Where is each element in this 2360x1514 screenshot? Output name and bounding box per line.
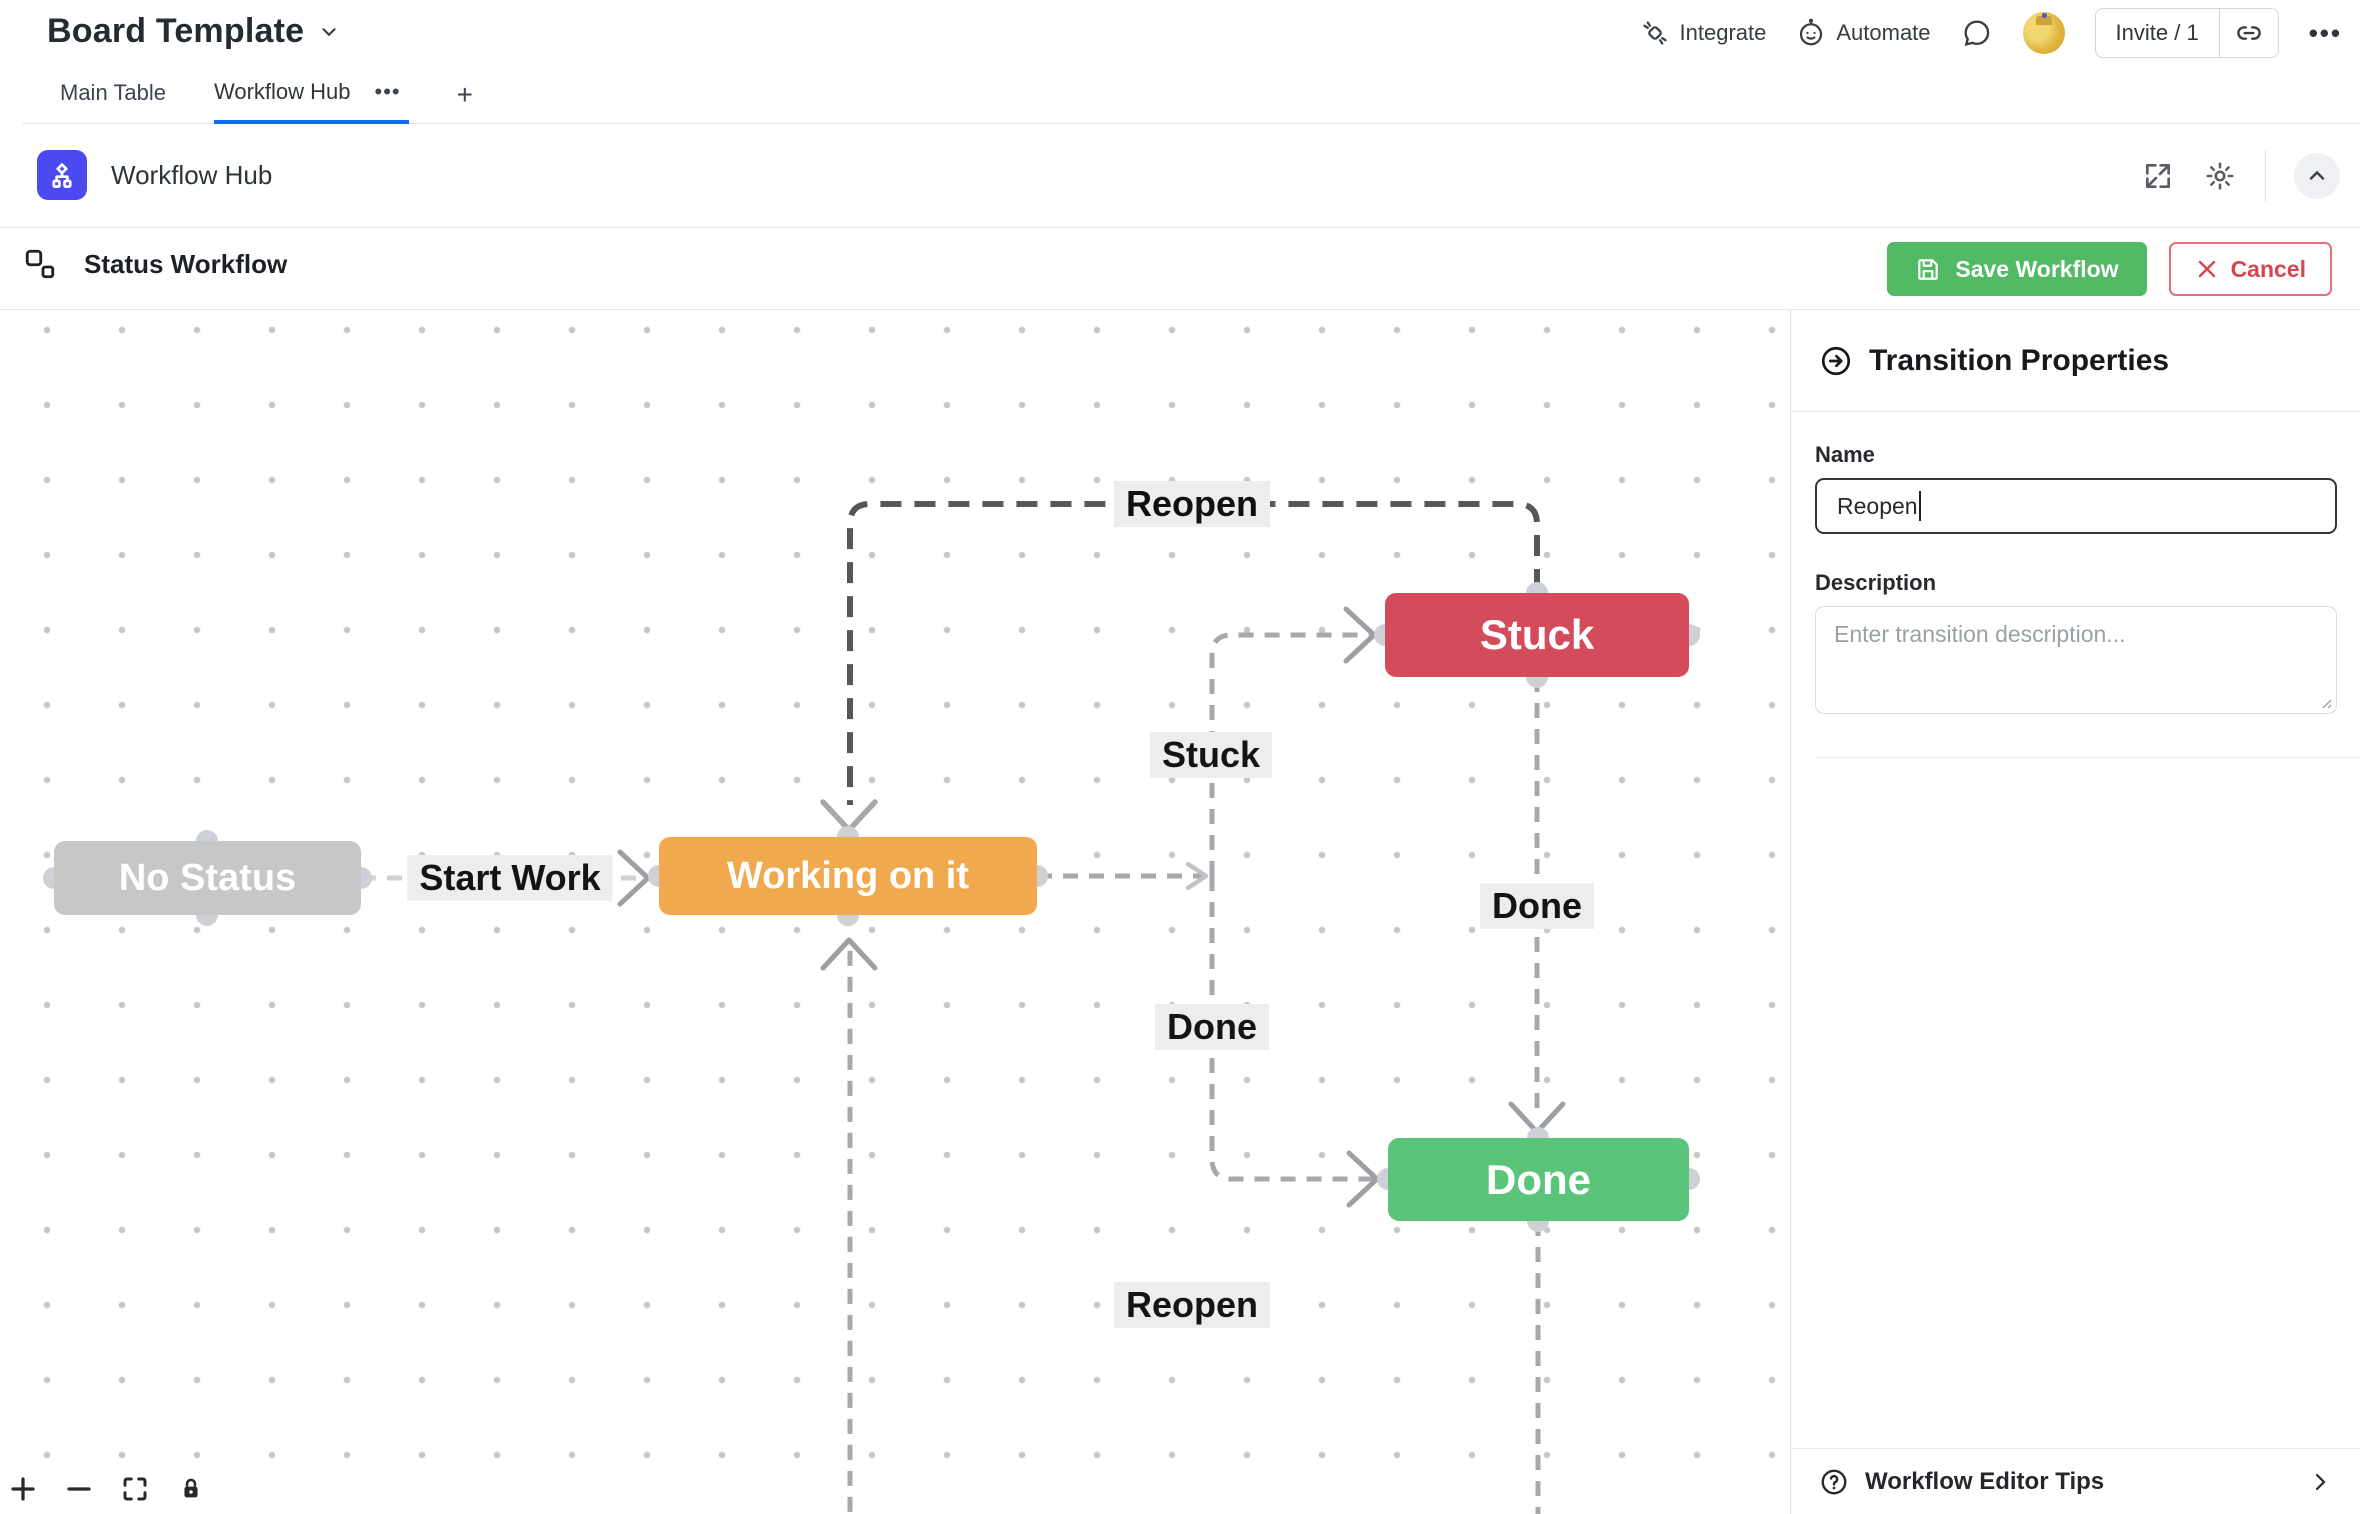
transition-label-reopen-top[interactable]: Reopen [1114,481,1270,527]
view-header: Workflow Hub [0,124,2360,228]
name-label: Name [1815,442,1875,468]
chevron-right-icon [2308,1470,2332,1494]
automate-robot-icon [1796,18,1826,48]
tips-label: Workflow Editor Tips [1865,1468,2292,1496]
divider [1815,757,2360,758]
workflow-tips-button[interactable]: Workflow Editor Tips [1791,1448,2360,1514]
expand-view-button[interactable] [2141,159,2175,193]
panel-header: Transition Properties [1791,310,2360,412]
integrate-label: Integrate [1680,20,1767,46]
workflow-toolbar: Status Workflow Save Workflow Cancel [0,228,2360,310]
invite-button[interactable]: Invite / 1 [2096,9,2219,57]
transition-arrow-icon [1819,344,1853,378]
save-icon [1915,256,1941,282]
chat-bubble-icon [1961,17,1993,49]
chevron-down-icon [318,21,340,43]
overflow-dots: ••• [2309,18,2342,48]
transition-label-done-mid[interactable]: Done [1155,1004,1269,1050]
lock-button[interactable] [174,1472,208,1506]
tab-workflow-hub[interactable]: Workflow Hub [214,79,351,120]
help-icon [1819,1467,1849,1497]
transition-properties-panel: Transition Properties Name Description [1790,310,2360,1514]
status-node-stuck[interactable]: Stuck [1385,593,1689,677]
zoom-in-button[interactable] [6,1472,40,1506]
text-cursor [1919,491,1921,521]
fit-view-button[interactable] [118,1472,152,1506]
view-settings-button[interactable] [2203,159,2237,193]
view-title: Workflow Hub [111,160,272,191]
save-workflow-button[interactable]: Save Workflow [1887,242,2146,296]
transition-label-start-work[interactable]: Start Work [407,855,612,901]
copy-link-button[interactable] [2219,9,2278,57]
board-title: Board Template [47,12,304,51]
description-label: Description [1815,570,1936,596]
workflow-hub-icon [37,150,87,200]
chat-button[interactable] [1961,17,1993,49]
panel-title: Transition Properties [1869,344,2169,378]
save-label: Save Workflow [1955,256,2118,283]
cancel-label: Cancel [2231,256,2306,283]
integrate-icon [1640,18,1670,48]
transition-label-stuck[interactable]: Stuck [1150,732,1272,778]
divider [2265,150,2266,202]
status-node-no-status[interactable]: No Status [54,841,361,915]
status-node-working-on-it[interactable]: Working on it [659,837,1037,915]
integrate-button[interactable]: Integrate [1640,18,1767,48]
workflow-title: Status Workflow [84,249,287,280]
top-header: Board Template Integrate [0,0,2360,66]
automate-button[interactable]: Automate [1796,18,1930,48]
user-avatar[interactable] [2023,12,2065,54]
name-field-wrap [1815,478,2337,534]
canvas-controls [6,1472,208,1506]
add-view-button[interactable]: + [457,79,473,124]
collapse-view-button[interactable] [2294,153,2340,199]
board-menu-button[interactable]: ••• [2309,18,2342,49]
tab-workflow-hub-group: Workflow Hub ••• [214,79,409,124]
header-actions: Integrate Automate [1640,0,2342,66]
close-icon [2195,257,2219,281]
main-area: No Status Working on it Stuck Done Start… [0,310,2360,1514]
automate-label: Automate [1836,20,1930,46]
transition-label-done-right[interactable]: Done [1480,883,1594,929]
board-tabs: Main Table Workflow Hub ••• + [0,66,2360,124]
transition-name-input[interactable] [1815,478,2337,534]
link-icon [2234,18,2264,48]
workflow-canvas[interactable]: No Status Working on it Stuck Done Start… [0,310,1790,1514]
transition-description-input[interactable] [1815,606,2337,714]
zoom-out-button[interactable] [62,1472,96,1506]
tab-options-button[interactable]: ••• [375,79,401,120]
invite-label: Invite / 1 [2116,20,2199,46]
workflow-icon [22,246,58,282]
invite-control: Invite / 1 [2095,8,2279,58]
status-node-done[interactable]: Done [1388,1138,1689,1221]
tab-main-table[interactable]: Main Table [60,80,166,124]
transition-label-reopen-bottom[interactable]: Reopen [1114,1282,1270,1328]
cancel-button[interactable]: Cancel [2169,242,2332,296]
workflow-editor-app: Board Template Integrate [0,0,2360,1514]
board-title-menu[interactable]: Board Template [47,12,340,51]
